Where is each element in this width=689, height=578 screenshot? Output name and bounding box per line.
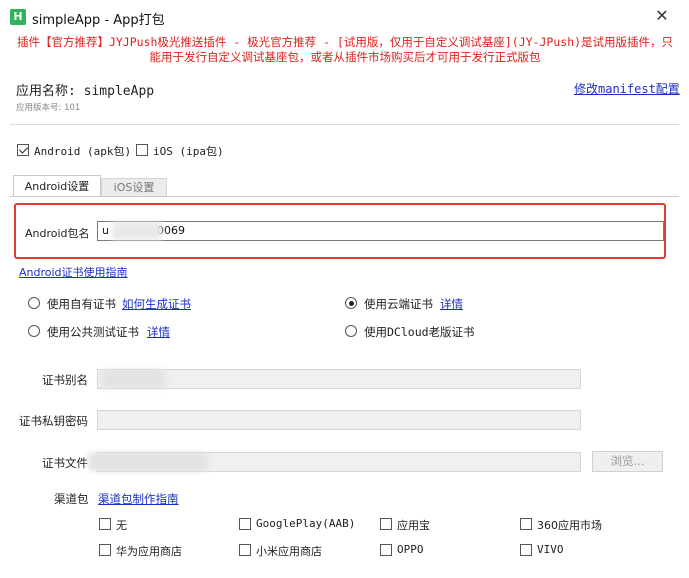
public-test-cert-label: 使用公共测试证书 xyxy=(47,325,139,339)
dcloud-old-cert-label: 使用DCloud老版证书 xyxy=(364,325,475,339)
channel-checkbox-vivo[interactable] xyxy=(520,544,532,556)
channel-label-vivo: VIVO xyxy=(537,543,564,556)
channel-label-xiaomi: 小米应用商店 xyxy=(256,545,322,558)
cert-password-input[interactable] xyxy=(97,410,581,430)
channel-label-googleplay: GooglePlay(AAB) xyxy=(256,517,356,530)
channel-checkbox-yingyongbao[interactable] xyxy=(380,518,392,530)
app-version: 应用版本号: 101 xyxy=(16,103,81,113)
channel-checkbox-googleplay[interactable] xyxy=(239,518,251,530)
public-test-cert-details-link[interactable]: 详情 xyxy=(147,324,170,340)
android-cert-guide-link[interactable]: Android证书使用指南 xyxy=(19,264,128,280)
cloud-cert-radio[interactable] xyxy=(345,297,357,309)
channel-checkbox-xiaomi[interactable] xyxy=(239,544,251,556)
divider xyxy=(10,124,679,125)
own-cert-label: 使用自有证书 xyxy=(47,297,116,311)
app-name: 应用名称: simpleApp xyxy=(16,84,155,99)
channel-checkbox-360[interactable] xyxy=(520,518,532,530)
redacted-area xyxy=(88,453,208,471)
tab-android-settings[interactable]: Android设置 xyxy=(13,175,101,197)
warning-line-1: 插件【官方推荐】JYJPush极光推送插件 - 极光官方推荐 - [试用版，仅用… xyxy=(16,35,674,49)
cert-alias-input[interactable] xyxy=(97,369,581,389)
channel-checkbox-oppo[interactable] xyxy=(380,544,392,556)
ios-checkbox-label: iOS (ipa包) xyxy=(153,145,224,158)
channel-label: 渠道包 xyxy=(54,492,89,506)
how-to-generate-cert-link[interactable]: 如何生成证书 xyxy=(122,296,191,312)
own-cert-radio[interactable] xyxy=(28,297,40,309)
channel-label-oppo: OPPO xyxy=(397,543,424,556)
android-checkbox-label: Android (apk包) xyxy=(34,145,132,158)
tab-ios-settings[interactable]: iOS设置 xyxy=(101,178,167,197)
warning-line-2: 能用于发行自定义调试基座包，或者从插件市场购买后才可用于发行正式版包 xyxy=(149,50,541,64)
cert-password-label: 证书私钥密码 xyxy=(19,414,88,428)
channel-checkbox-huawei[interactable] xyxy=(99,544,111,556)
cloud-cert-label: 使用云端证书 xyxy=(364,297,433,311)
cloud-cert-details-link[interactable]: 详情 xyxy=(440,296,463,312)
redacted-area xyxy=(112,222,162,240)
android-checkbox[interactable] xyxy=(17,144,29,156)
hbuilder-app-icon: H xyxy=(10,9,26,25)
channel-guide-link[interactable]: 渠道包制作指南 xyxy=(98,491,179,507)
ios-checkbox[interactable] xyxy=(136,144,148,156)
package-name-input[interactable]: u 0069 xyxy=(97,221,664,241)
cert-file-label: 证书文件 xyxy=(42,456,88,470)
dcloud-old-cert-radio[interactable] xyxy=(345,325,357,337)
close-button[interactable]: ✕ xyxy=(651,6,673,26)
channel-label-huawei: 华为应用商店 xyxy=(116,545,182,558)
plugin-warning: 插件【官方推荐】JYJPush极光推送插件 - 极光官方推荐 - [试用版，仅用… xyxy=(4,35,686,65)
channel-checkbox-none[interactable] xyxy=(99,518,111,530)
package-value-prefix: u xyxy=(102,224,109,237)
cert-alias-label: 证书别名 xyxy=(42,373,88,387)
channel-label-none: 无 xyxy=(116,519,127,532)
channel-label-yingyongbao: 应用宝 xyxy=(397,519,430,532)
package-name-label: Android包名 xyxy=(25,227,90,240)
channel-label-360: 360应用市场 xyxy=(537,519,602,532)
edit-manifest-link[interactable]: 修改manifest配置 xyxy=(574,80,680,97)
browse-button[interactable]: 浏览... xyxy=(592,451,663,472)
public-test-cert-radio[interactable] xyxy=(28,325,40,337)
window-title: simpleApp - App打包 xyxy=(32,13,165,28)
redacted-area xyxy=(102,370,166,388)
